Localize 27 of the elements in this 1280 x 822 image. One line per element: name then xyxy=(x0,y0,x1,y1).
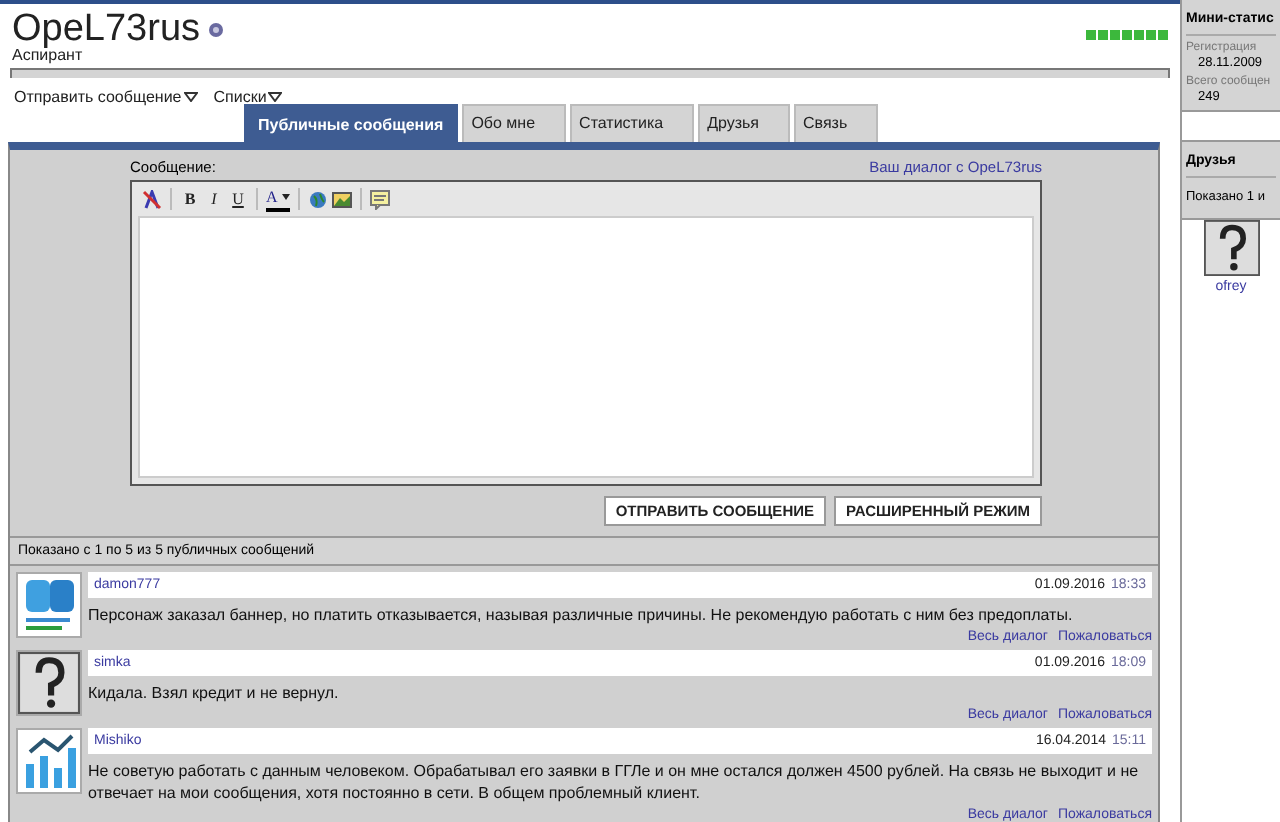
profile-tab[interactable]: Связь xyxy=(793,104,878,142)
message-text: Не советую работать с данным человеком. Обрабатывал его заявки в ГГЛе и он мне остался должен 4500 рублей. На связь не выходит и не отвечает на мои сообщения, хотя постоянно в сети. В общем проблемный клиент. xyxy=(88,760,1141,806)
profile-tab[interactable]: Публичные сообщения xyxy=(244,104,458,142)
globe-icon[interactable] xyxy=(307,189,328,209)
reputation-drawing xyxy=(1086,30,1168,41)
dropdown-link[interactable]: Списки xyxy=(213,88,283,106)
profile-tab[interactable]: Обо мне xyxy=(461,104,566,142)
question-mark-avatar xyxy=(18,652,80,714)
bold-button[interactable]: B xyxy=(180,187,200,211)
message-input[interactable] xyxy=(138,216,1034,478)
profile-tab[interactable]: Друзья xyxy=(697,104,790,142)
message-text: Кидала. Взял кредит и не вернул. xyxy=(88,682,341,706)
user-rank: Аспирант xyxy=(12,46,83,65)
clear-format-icon[interactable] xyxy=(142,189,162,209)
profile-tab[interactable]: Статистика xyxy=(569,104,694,142)
username: OpeL73rus xyxy=(12,10,201,51)
message-text: Персонаж заказал баннер, но платить отказывается, называя различные причины. Не рекомендую работать с ним без предоплаты. xyxy=(88,604,1075,628)
image-icon[interactable] xyxy=(331,189,352,209)
quote-icon[interactable] xyxy=(369,189,390,209)
underline-button[interactable]: U xyxy=(228,187,248,211)
caret-icon xyxy=(183,92,198,102)
dropdown-link[interactable]: Отправить сообщение xyxy=(14,88,198,106)
caret-icon xyxy=(268,92,283,102)
font-color-button[interactable]: A xyxy=(266,187,290,211)
caret-icon xyxy=(281,194,290,200)
italic-button[interactable]: I xyxy=(204,187,224,211)
status-icon xyxy=(208,22,225,39)
